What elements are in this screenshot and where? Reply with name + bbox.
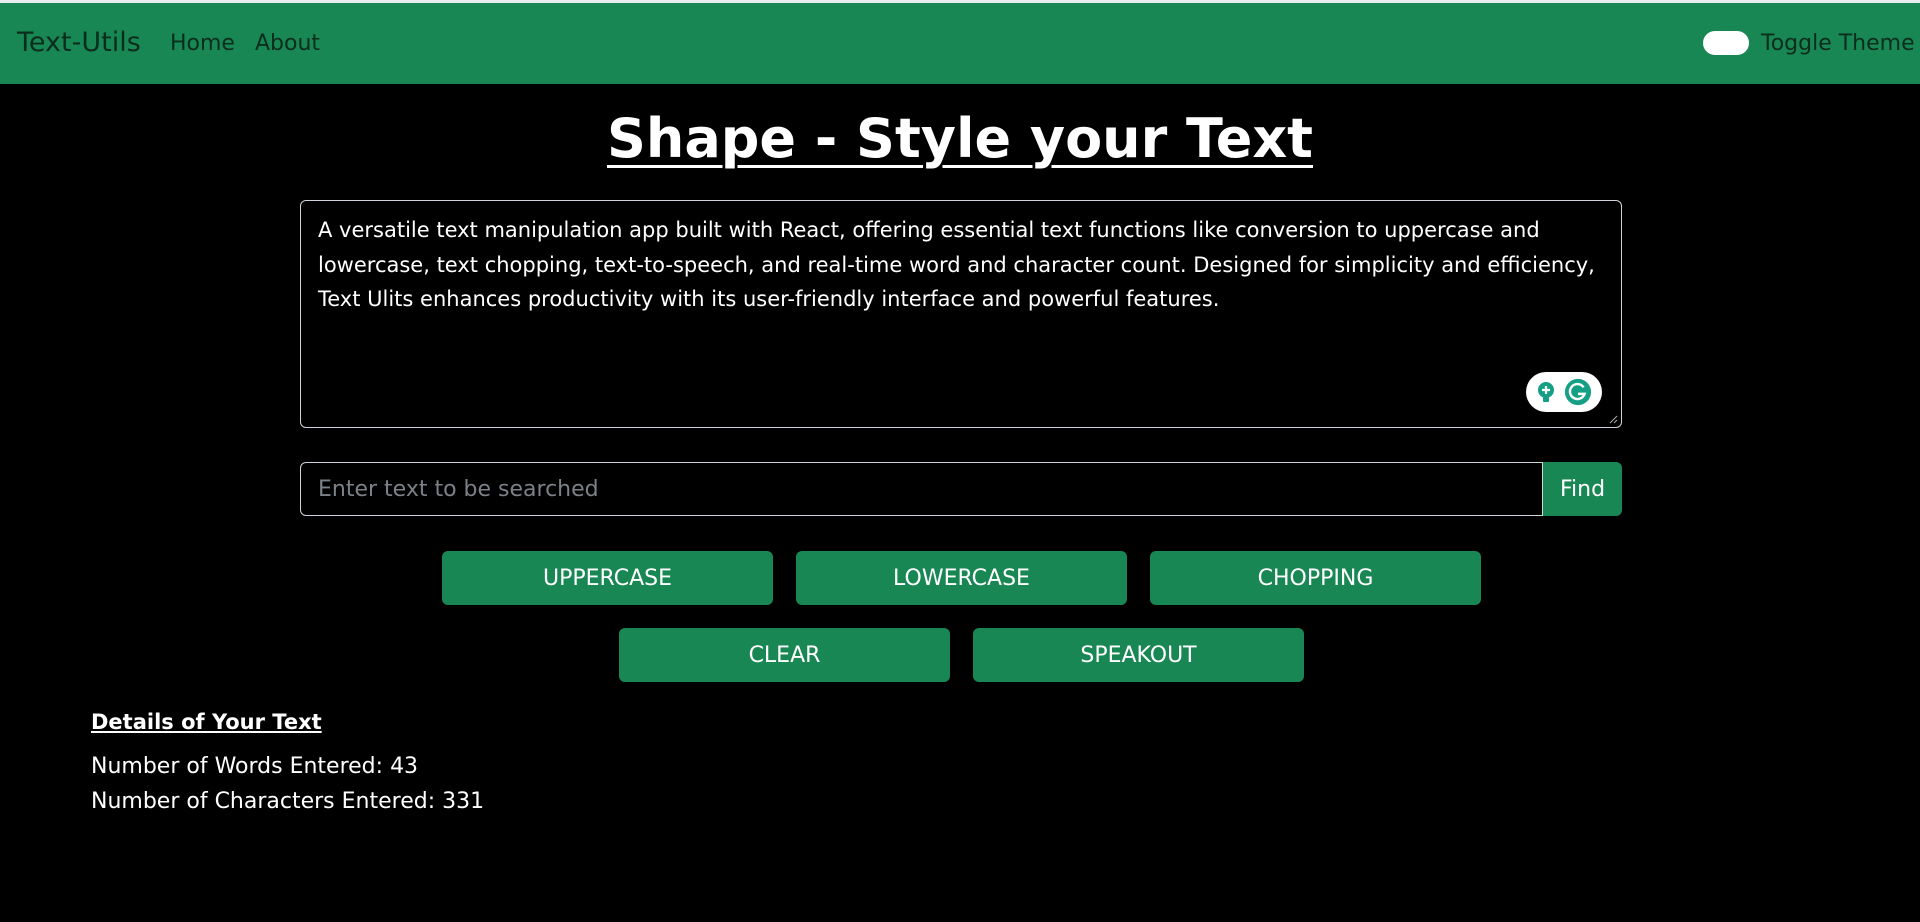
nav-link-about[interactable]: About [255,31,320,56]
search-input[interactable] [300,462,1543,516]
chopping-button[interactable]: CHOPPING [1150,551,1481,605]
brand-logo-text[interactable]: Text-Utils [17,27,141,58]
word-count-value: 43 [390,754,419,779]
page-title: Shape - Style your Text [606,107,1313,170]
lowercase-button[interactable]: LOWERCASE [796,551,1127,605]
speakout-button[interactable]: SPEAKOUT [973,628,1304,682]
clear-button[interactable]: CLEAR [619,628,950,682]
text-input-area[interactable]: A versatile text manipulation app built … [300,200,1622,428]
word-count-label: Number of Words Entered: [91,754,384,779]
grammarly-widget[interactable] [1526,372,1602,412]
details-heading: Details of Your Text [91,710,322,734]
nav-link-home[interactable]: Home [170,31,235,56]
theme-toggle-switch[interactable] [1703,31,1749,55]
theme-toggle-label: Toggle Theme [1761,31,1915,56]
char-count-label: Number of Characters Entered: [91,789,436,814]
find-button[interactable]: Find [1543,462,1622,516]
navbar: Text-Utils Home About Toggle Theme [0,3,1920,84]
resize-handle-icon[interactable] [1608,414,1618,424]
uppercase-button[interactable]: UPPERCASE [442,551,773,605]
grammarly-icon[interactable] [1564,378,1592,406]
textarea-content[interactable]: A versatile text manipulation app built … [318,213,1603,317]
word-count-line: Number of Words Entered: 43 [91,754,418,779]
char-count-value: 331 [442,789,485,814]
char-count-line: Number of Characters Entered: 331 [91,789,484,814]
lightbulb-icon[interactable] [1532,378,1560,406]
